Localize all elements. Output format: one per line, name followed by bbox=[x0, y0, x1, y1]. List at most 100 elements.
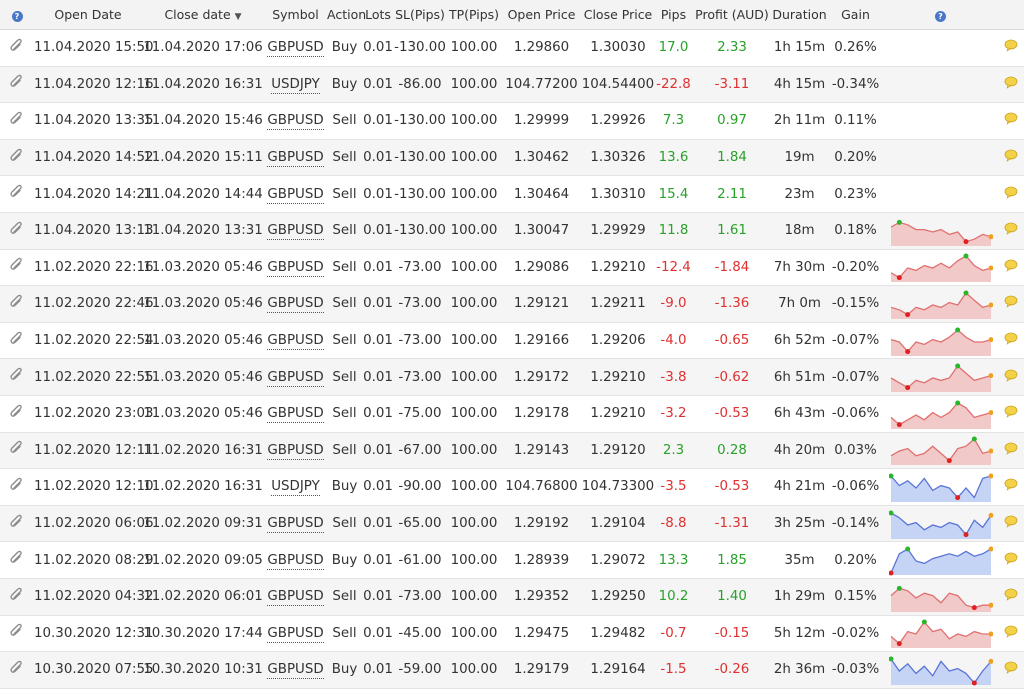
help-icon[interactable]: ? bbox=[11, 11, 23, 22]
paperclip-icon[interactable] bbox=[9, 38, 25, 54]
cell-close-date: 11.04.2020 14:44 bbox=[142, 175, 264, 213]
symbol-link[interactable]: GBPUSD bbox=[267, 223, 324, 241]
header-tp[interactable]: TP(Pips) bbox=[446, 0, 502, 30]
header-open-price[interactable]: Open Price bbox=[502, 0, 581, 30]
table-row[interactable]: 10.30.2020 07:55 10.30.2020 10:31 GBPUSD Bu… bbox=[0, 651, 1024, 689]
comment-icon[interactable] bbox=[1004, 149, 1018, 162]
comment-icon[interactable] bbox=[1004, 478, 1018, 492]
attachment-cell bbox=[0, 505, 34, 543]
symbol-link[interactable]: USDJPY bbox=[271, 479, 320, 497]
symbol-link[interactable]: GBPUSD bbox=[267, 662, 324, 680]
paperclip-icon[interactable] bbox=[9, 587, 25, 603]
table-row[interactable]: 11.02.2020 22:55 11.03.2020 05:46 GBPUSD Se… bbox=[0, 358, 1024, 396]
symbol-link[interactable]: GBPUSD bbox=[267, 552, 324, 570]
symbol-link[interactable]: USDJPY bbox=[271, 76, 320, 94]
header-sl[interactable]: SL(Pips) bbox=[394, 0, 446, 30]
paperclip-icon[interactable] bbox=[9, 331, 25, 347]
comment-icon[interactable] bbox=[1004, 515, 1018, 528]
comment-icon[interactable] bbox=[1004, 442, 1018, 455]
paperclip-icon[interactable] bbox=[9, 440, 25, 456]
table-row[interactable]: 11.02.2020 12:11 11.02.2020 16:31 GBPUSD Se… bbox=[0, 432, 1024, 470]
symbol-link[interactable]: GBPUSD bbox=[267, 186, 324, 204]
table-row[interactable]: 11.04.2020 13:35 11.04.2020 15:46 GBPUSD Se… bbox=[0, 102, 1024, 140]
header-duration[interactable]: Duration bbox=[772, 0, 827, 30]
paperclip-icon[interactable] bbox=[9, 404, 25, 420]
header-open-date[interactable]: Open Date bbox=[34, 0, 142, 30]
table-row[interactable]: 11.04.2020 15:50 11.04.2020 17:06 GBPUSD Bu… bbox=[0, 29, 1024, 67]
cell-close-price: 1.30030 bbox=[581, 29, 655, 67]
table-row[interactable]: 11.02.2020 22:16 11.03.2020 05:46 GBPUSD Se… bbox=[0, 249, 1024, 287]
paperclip-icon[interactable] bbox=[9, 111, 25, 127]
table-row[interactable]: 11.02.2020 08:29 11.02.2020 09:05 GBPUSD Bu… bbox=[0, 541, 1024, 579]
comment-icon[interactable] bbox=[1004, 39, 1018, 52]
table-row[interactable]: 11.04.2020 13:13 11.04.2020 13:31 GBPUSD Se… bbox=[0, 212, 1024, 250]
table-row[interactable]: 11.02.2020 06:06 11.02.2020 09:31 GBPUSD Se… bbox=[0, 505, 1024, 543]
paperclip-icon[interactable] bbox=[9, 74, 25, 90]
attachment-cell bbox=[0, 285, 34, 323]
comment-icon[interactable] bbox=[1004, 76, 1018, 89]
symbol-link[interactable]: GBPUSD bbox=[267, 40, 324, 58]
sort-desc-icon[interactable]: ▼ bbox=[235, 12, 242, 22]
header-pips[interactable]: Pips bbox=[655, 0, 692, 30]
paperclip-icon[interactable] bbox=[9, 477, 25, 493]
paperclip-icon[interactable] bbox=[9, 623, 25, 639]
paperclip-icon[interactable] bbox=[9, 514, 25, 530]
symbol-link[interactable]: GBPUSD bbox=[267, 113, 324, 131]
table-row[interactable]: 11.02.2020 23:03 11.03.2020 05:46 GBPUSD Se… bbox=[0, 395, 1024, 433]
symbol-link[interactable]: GBPUSD bbox=[267, 516, 324, 534]
symbol-link[interactable]: GBPUSD bbox=[267, 369, 324, 387]
symbol-link[interactable]: GBPUSD bbox=[267, 296, 324, 314]
header-symbol[interactable]: Symbol bbox=[264, 0, 327, 30]
table-row[interactable]: 11.04.2020 14:21 11.04.2020 14:44 GBPUSD Se… bbox=[0, 175, 1024, 213]
comment-icon[interactable] bbox=[1004, 332, 1018, 345]
comment-icon[interactable] bbox=[1004, 186, 1018, 199]
symbol-link[interactable]: GBPUSD bbox=[267, 259, 324, 277]
symbol-link[interactable]: GBPUSD bbox=[267, 406, 324, 424]
table-row[interactable]: 11.02.2020 22:46 11.03.2020 05:46 GBPUSD Se… bbox=[0, 285, 1024, 323]
comment-icon[interactable] bbox=[1004, 625, 1018, 638]
paperclip-icon[interactable] bbox=[9, 660, 25, 676]
comment-icon[interactable] bbox=[1004, 661, 1018, 675]
paperclip-icon[interactable] bbox=[9, 257, 25, 273]
cell-profit: -1.31 bbox=[692, 505, 772, 543]
comment-icon[interactable] bbox=[1004, 369, 1018, 382]
table-row[interactable]: 11.04.2020 12:16 11.04.2020 16:31 USDJPY Bu… bbox=[0, 66, 1024, 104]
cell-close-price: 104.54400 bbox=[581, 66, 655, 104]
table-row[interactable]: 10.30.2020 12:31 10.30.2020 17:44 GBPUSD Se… bbox=[0, 615, 1024, 653]
header-gain[interactable]: Gain bbox=[827, 0, 884, 30]
symbol-link[interactable]: GBPUSD bbox=[267, 589, 324, 607]
symbol-link[interactable]: GBPUSD bbox=[267, 442, 324, 460]
comment-icon[interactable] bbox=[1004, 552, 1018, 565]
header-close-price[interactable]: Close Price bbox=[581, 0, 655, 30]
symbol-link[interactable]: GBPUSD bbox=[267, 625, 324, 643]
table-row[interactable]: 11.02.2020 12:10 11.02.2020 16:31 USDJPY Bu… bbox=[0, 468, 1024, 506]
paperclip-icon[interactable] bbox=[9, 148, 25, 164]
comment-icon[interactable] bbox=[1004, 588, 1018, 601]
sparkline-min-point bbox=[963, 238, 968, 244]
help-icon[interactable]: ? bbox=[935, 11, 946, 22]
sparkline-max-point bbox=[896, 585, 902, 591]
attachment-cell bbox=[0, 139, 34, 177]
comment-icon[interactable] bbox=[1004, 222, 1018, 235]
comment-icon[interactable] bbox=[1004, 405, 1018, 418]
table-row[interactable]: 11.04.2020 14:52 11.04.2020 15:11 GBPUSD Se… bbox=[0, 139, 1024, 177]
table-row[interactable]: 11.02.2020 22:54 11.03.2020 05:46 GBPUSD Se… bbox=[0, 322, 1024, 360]
table-row[interactable]: 11.02.2020 04:32 11.02.2020 06:01 GBPUSD Se… bbox=[0, 578, 1024, 616]
comment-icon[interactable] bbox=[1004, 112, 1018, 126]
header-action[interactable]: Action bbox=[327, 0, 366, 30]
header-profit[interactable]: Profit (AUD) bbox=[692, 0, 772, 30]
symbol-link[interactable]: GBPUSD bbox=[267, 150, 324, 168]
comment-icon[interactable] bbox=[1004, 259, 1018, 272]
header-lots[interactable]: Lots bbox=[362, 0, 394, 30]
paperclip-icon[interactable] bbox=[9, 367, 25, 383]
comment-icon[interactable] bbox=[1004, 295, 1018, 309]
cell-tp: 100.00 bbox=[446, 139, 502, 177]
paperclip-icon[interactable] bbox=[9, 550, 25, 566]
paperclip-icon[interactable] bbox=[9, 184, 25, 200]
cell-lots: 0.01 bbox=[362, 578, 394, 616]
symbol-link[interactable]: GBPUSD bbox=[267, 333, 324, 351]
paperclip-icon[interactable] bbox=[9, 221, 25, 237]
cell-pips: -22.8 bbox=[655, 66, 692, 104]
header-close-date[interactable]: Close date ▼ bbox=[142, 0, 264, 30]
paperclip-icon[interactable] bbox=[9, 294, 25, 310]
